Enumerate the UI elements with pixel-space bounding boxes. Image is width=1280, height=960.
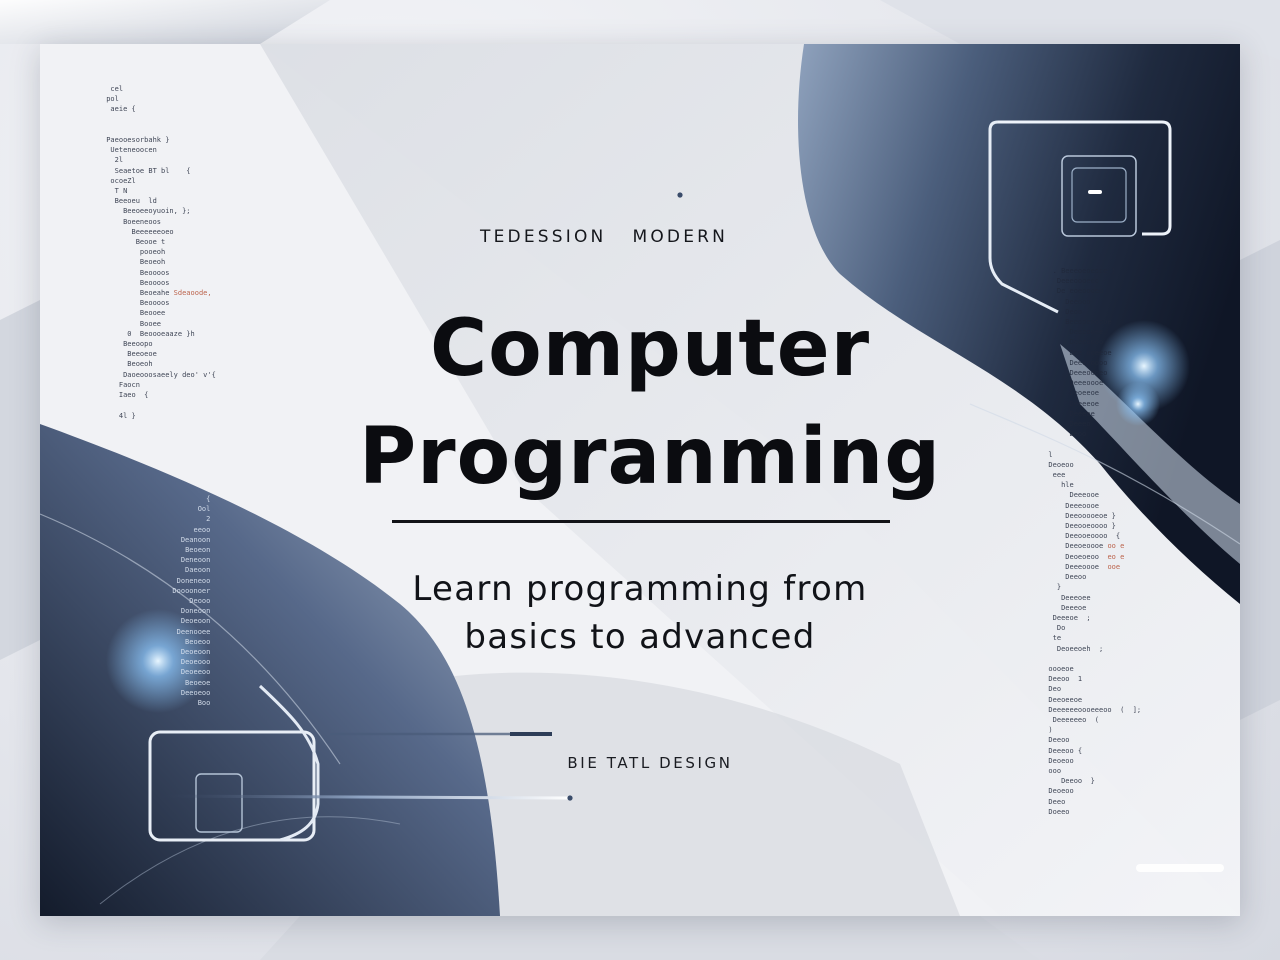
code-snippet-decoration: { Ool 2 eeoo Deanoon Beoeon Deneoon Daeo… [172,495,211,708]
code-snippet-decoration: cel pol aeie { Paeooesorbahk } Ueteneooc… [106,85,216,420]
code-snippet-decoration: . Beeeoeoeoce } Deeeoooeeo De eoeoooeo D… [1048,267,1142,816]
poster-card: cel pol aeie { Paeooesorbahk } Ueteneooc… [40,44,1240,916]
